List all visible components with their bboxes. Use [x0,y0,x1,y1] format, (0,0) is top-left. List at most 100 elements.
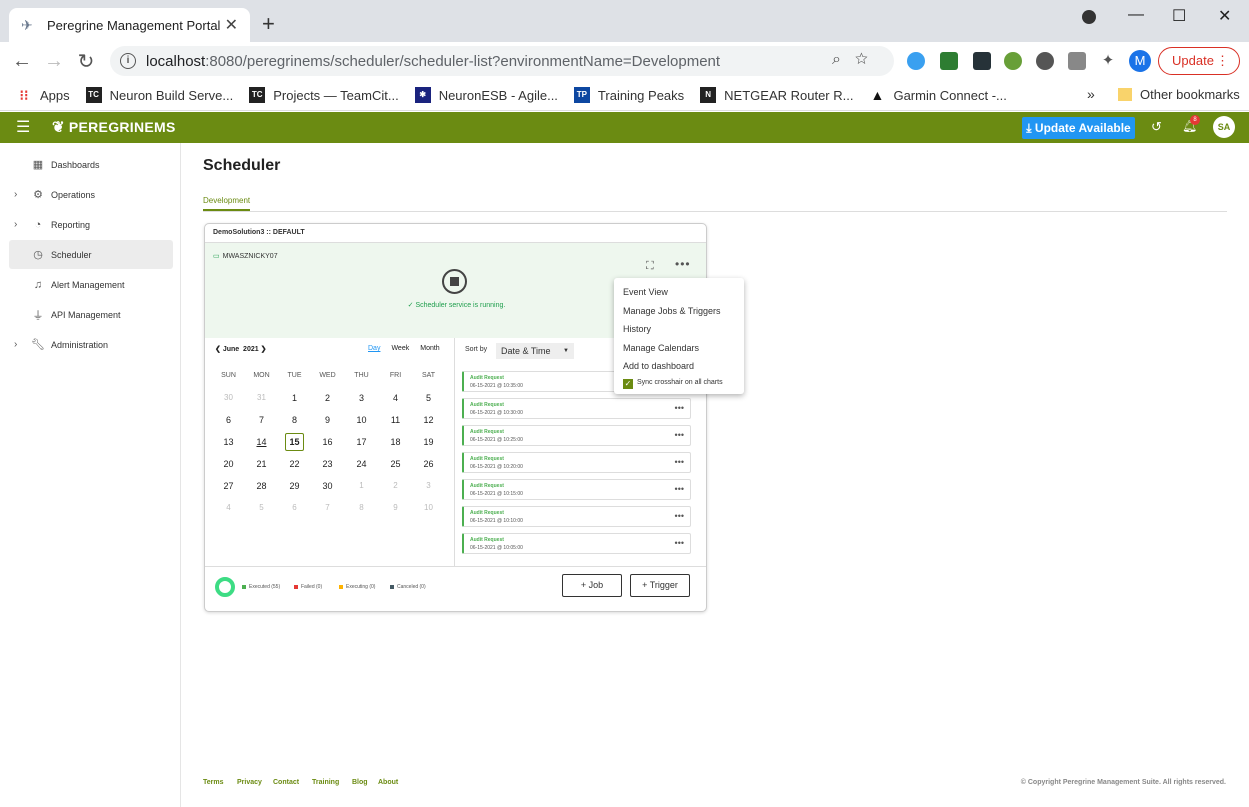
calendar-day[interactable]: 10 [345,415,378,425]
profile-dropdown-icon[interactable] [1082,10,1096,24]
tab-development[interactable]: Development [203,196,251,211]
calendar-day[interactable]: 4 [379,393,412,403]
footer-link[interactable]: Training [312,779,339,786]
sidebar-item-dashboards[interactable]: ▦ Dashboards [9,150,173,179]
image-extension-icon[interactable] [940,52,958,70]
view-day[interactable]: Day [368,345,380,352]
calendar-day[interactable]: 12 [412,415,445,425]
sidebar-item-administration[interactable]: › 🔧︎ Administration [9,330,173,359]
sort-select[interactable]: Date & Time ▼ [496,343,574,359]
close-tab-icon[interactable]: ✕ [225,15,238,35]
event-more-icon[interactable]: ••• [675,484,684,494]
event-more-icon[interactable]: ••• [675,457,684,467]
new-tab-button[interactable]: + [262,12,275,36]
bookmark-neuron-build[interactable]: TC Neuron Build Serve... [85,87,233,103]
user-avatar[interactable]: SA [1213,116,1235,138]
x-extension-icon[interactable] [973,52,991,70]
calendar-day[interactable]: 23 [311,459,344,469]
browser-tab[interactable]: ✈ Peregrine Management Portal ✕ [9,8,250,42]
calendar-day[interactable]: 6 [278,503,311,512]
calendar-day[interactable]: 3 [345,393,378,403]
circle-extension-icon[interactable] [1036,52,1054,70]
t-extension-icon[interactable] [1068,52,1086,70]
calendar-day[interactable]: 29 [278,481,311,491]
history-icon[interactable]: ↺ [1151,119,1162,135]
calendar-day[interactable]: 7 [245,415,278,425]
event-more-icon[interactable]: ••• [675,430,684,440]
chevron-right-icon[interactable]: ❯ [259,346,267,353]
brand-logo[interactable]: ❦ PEREGRINEMS [52,118,176,136]
calendar-day[interactable]: 26 [412,459,445,469]
sidebar-item-api-management[interactable]: ⏚ API Management [9,300,173,329]
calendar-day[interactable]: 9 [311,415,344,425]
calendar-day[interactable]: 20 [212,459,245,469]
calendar-day[interactable]: 30 [311,481,344,491]
sidebar-item-alert-management[interactable]: ♫ Alert Management [9,270,173,299]
address-bar[interactable]: i localhost:8080/peregrinems/scheduler/s… [110,46,894,76]
forward-icon[interactable]: → [38,50,70,73]
list-item[interactable]: Audit Request 06-15-2021 @ 10:25:00 ••• [462,425,691,446]
calendar-day[interactable]: 9 [379,503,412,512]
calendar-day[interactable]: 2 [379,481,412,490]
chevron-left-icon[interactable]: ❮ [215,346,223,353]
zoom-star-icons[interactable]: ⌕☆ [832,51,882,69]
reload-icon[interactable]: ↻ [70,49,102,74]
back-icon[interactable]: ← [6,50,38,73]
calendar-day[interactable]: 21 [245,459,278,469]
list-item[interactable]: Audit Request 06-15-2021 @ 10:20:00 ••• [462,452,691,473]
close-window-icon[interactable]: ✕ [1218,6,1231,26]
bookmark-apps[interactable]: ⁝⁝ Apps [16,87,70,103]
calendar-day[interactable]: 24 [345,459,378,469]
calendar-day[interactable]: 6 [212,415,245,425]
menu-item-manage-jobs[interactable]: Manage Jobs & Triggers [623,306,721,316]
menu-item-manage-calendars[interactable]: Manage Calendars [623,343,699,353]
maximize-icon[interactable]: ☐ [1172,6,1186,26]
footer-link[interactable]: Contact [273,779,299,786]
evernote-extension-icon[interactable] [1004,52,1022,70]
calendar-day[interactable]: 30 [212,393,245,402]
minimize-icon[interactable]: — [1128,6,1144,24]
bookmark-projects[interactable]: TC Projects — TeamCit... [249,87,399,103]
sync-crosshair-checkbox[interactable]: ✓ [623,379,633,389]
menu-item-event-view[interactable]: Event View [623,287,668,297]
view-week[interactable]: Week [391,345,409,352]
calendar-day[interactable]: 18 [379,437,412,447]
more-bookmarks-icon[interactable]: » [1087,86,1095,102]
sidebar-item-scheduler[interactable]: ◷ Scheduler [9,240,173,269]
site-info-icon[interactable]: i [120,53,136,69]
footer-link[interactable]: Blog [352,779,368,786]
event-more-icon[interactable]: ••• [675,403,684,413]
calendar-day[interactable]: 27 [212,481,245,491]
menu-hamburger-icon[interactable]: ☰ [16,117,30,137]
calendar-day[interactable]: 11 [379,415,412,425]
calendar-day[interactable]: 1 [278,393,311,403]
view-month[interactable]: Month [420,345,439,352]
calendar-day[interactable]: 3 [412,481,445,490]
update-available-button[interactable]: ⤓ Update Available [1022,117,1135,139]
calendar-day[interactable]: 1 [345,481,378,490]
bookmark-garmin[interactable]: ▲ Garmin Connect -... [869,87,1007,103]
list-item[interactable]: Audit Request 06-15-2021 @ 10:05:00 ••• [462,533,691,554]
event-more-icon[interactable]: ••• [675,538,684,548]
calendar-day[interactable]: 13 [212,437,245,447]
calendar-day[interactable]: 8 [278,415,311,425]
list-item[interactable]: Audit Request 06-15-2021 @ 10:30:00 ••• [462,398,691,419]
puzzle-extensions-icon[interactable]: ✦ [1099,52,1117,70]
calendar-day[interactable]: 15 [285,433,304,451]
list-item[interactable]: Audit Request 06-15-2021 @ 10:10:00 ••• [462,506,691,527]
fullscreen-icon[interactable]: ⛶ [646,260,654,273]
add-trigger-button[interactable]: + Trigger [630,574,690,597]
cloud-extension-icon[interactable] [907,52,925,70]
footer-link[interactable]: Privacy [237,779,262,786]
menu-item-history[interactable]: History [623,324,651,334]
sidebar-item-operations[interactable]: › ⚙ Operations [9,180,173,209]
calendar-day[interactable]: 17 [345,437,378,447]
calendar-day[interactable]: 5 [245,503,278,512]
stop-service-button[interactable] [442,269,467,294]
calendar-day[interactable]: 10 [412,503,445,512]
other-bookmarks[interactable]: Other bookmarks [1118,87,1240,102]
footer-link[interactable]: Terms [203,779,224,786]
footer-link[interactable]: About [378,779,398,786]
profile-avatar[interactable]: M [1129,50,1151,72]
list-item[interactable]: Audit Request 06-15-2021 @ 10:15:00 ••• [462,479,691,500]
